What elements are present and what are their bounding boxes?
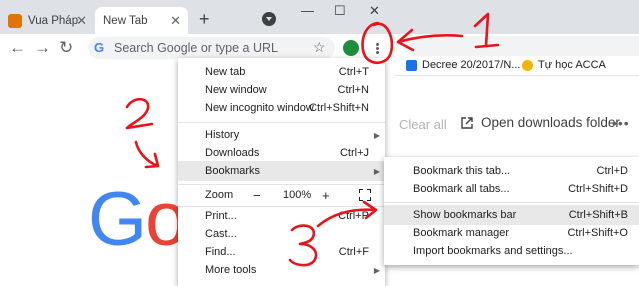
- chrome-main-menu: New tab Ctrl+T New window Ctrl+N New inc…: [178, 58, 385, 286]
- back-arrow-icon[interactable]: ←: [9, 38, 26, 58]
- google-logo: Go: [88, 177, 187, 262]
- reload-icon[interactable]: ↻: [59, 38, 73, 58]
- google-g-icon: G: [94, 40, 105, 55]
- submenu-arrow-icon: ▶: [373, 130, 380, 140]
- annotation-digit-2: [125, 97, 154, 130]
- background-titlebar: [395, 0, 639, 34]
- bookmark-item-acca[interactable]: Tự học ACCA: [522, 59, 606, 71]
- zoom-in-button[interactable]: +: [322, 188, 330, 203]
- zoom-out-button[interactable]: −: [253, 188, 261, 203]
- bookmark-star-icon[interactable]: ☆: [313, 39, 326, 56]
- menu-item-zoom: Zoom − 100% +: [178, 185, 385, 205]
- maximize-button[interactable]: ☐: [334, 3, 346, 19]
- clear-all-link[interactable]: Clear all: [399, 117, 447, 132]
- chrome-menu-button[interactable]: [369, 38, 387, 58]
- site-favicon-icon: [8, 13, 22, 28]
- tab-close-icon[interactable]: ✕: [170, 13, 181, 29]
- submenu-item-bookmark-all-tabs[interactable]: Bookmark all tabs... Ctrl+Shift+D: [384, 179, 639, 199]
- submenu-item-import-bookmarks[interactable]: Import bookmarks and settings...: [384, 241, 639, 261]
- submenu-item-bookmark-this-tab[interactable]: Bookmark this tab... Ctrl+D: [384, 161, 639, 181]
- new-tab-button[interactable]: +: [199, 9, 210, 30]
- bookmark-item-decree[interactable]: Decree 20/2017/N...: [406, 59, 520, 71]
- submenu-arrow-icon: ▶: [373, 265, 380, 275]
- extension-icon[interactable]: [343, 40, 359, 56]
- submenu-arrow-icon: ▶: [373, 166, 380, 176]
- external-link-icon: [461, 116, 473, 129]
- fullscreen-icon[interactable]: [359, 189, 371, 201]
- open-downloads-folder-link[interactable]: Open downloads folder: [460, 115, 620, 130]
- menu-item-more-tools[interactable]: More tools ▶: [178, 260, 385, 280]
- menu-divider: [384, 202, 639, 203]
- menu-item-cast[interactable]: Cast...: [178, 224, 385, 244]
- menu-item-bookmarks[interactable]: Bookmarks ▶: [178, 161, 385, 181]
- downloads-more-button[interactable]: •••: [612, 115, 630, 131]
- omnibox-placeholder: Search Google or type a URL: [114, 41, 278, 55]
- minimize-button[interactable]: —: [301, 3, 314, 18]
- menu-item-downloads[interactable]: Downloads Ctrl+J: [178, 143, 385, 163]
- menu-item-history[interactable]: History ▶: [178, 125, 385, 145]
- menu-item-find[interactable]: Find... Ctrl+F: [178, 242, 385, 262]
- close-window-button[interactable]: ✕: [369, 3, 380, 19]
- omnibox[interactable]: G Search Google or type a URL: [88, 37, 335, 59]
- menu-dots-icon: [376, 43, 379, 46]
- bookmark-favicon-icon: [406, 59, 417, 71]
- emoji-favicon-icon: [522, 59, 533, 71]
- menu-divider: [178, 122, 385, 123]
- tab-vua-phap[interactable]: Vua Pháp ✕: [0, 7, 94, 34]
- menu-item-print[interactable]: Print... Ctrl+P: [178, 206, 385, 226]
- submenu-item-bookmark-manager[interactable]: Bookmark manager Ctrl+Shift+O: [384, 223, 639, 243]
- bookmarks-submenu: Bookmark this tab... Ctrl+D Bookmark all…: [384, 157, 639, 265]
- menu-item-new-incognito[interactable]: New incognito window Ctrl+Shift+N: [178, 98, 385, 118]
- menu-item-new-window[interactable]: New window Ctrl+N: [178, 80, 385, 100]
- submenu-item-show-bookmarks-bar[interactable]: Show bookmarks bar Ctrl+Shift+B: [384, 205, 639, 225]
- tab-close-icon[interactable]: ✕: [76, 13, 87, 29]
- tab-new-tab[interactable]: New Tab ✕: [95, 7, 188, 34]
- forward-arrow-icon[interactable]: →: [34, 38, 51, 58]
- menu-item-new-tab[interactable]: New tab Ctrl+T: [178, 62, 385, 82]
- tab-search-icon[interactable]: [262, 12, 276, 26]
- annotation-arrow-2: [134, 140, 160, 169]
- zoom-level: 100%: [283, 189, 312, 201]
- background-omnibox[interactable]: [405, 36, 639, 56]
